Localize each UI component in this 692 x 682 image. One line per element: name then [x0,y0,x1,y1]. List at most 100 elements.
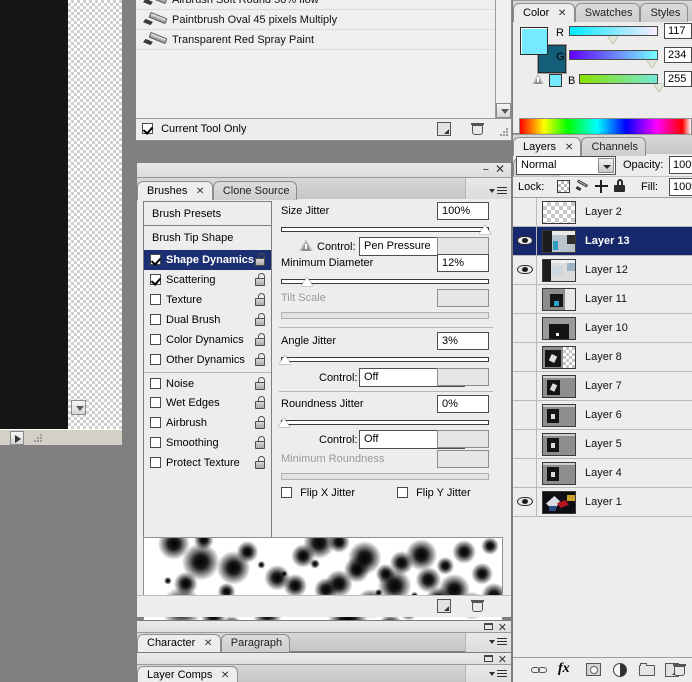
trash-icon[interactable] [471,599,484,613]
layer-thumbnail[interactable] [542,201,576,224]
close-icon[interactable]: ✕ [565,138,574,157]
layer-mask-icon[interactable] [586,663,601,676]
minimum-diameter-slider[interactable] [281,277,489,286]
resize-grip[interactable] [499,128,509,138]
fill-value[interactable]: 100% [669,178,692,196]
new-brush-icon[interactable] [437,122,451,136]
option-scattering[interactable]: Scattering [144,270,271,290]
list-item[interactable]: Paintbrush Oval 45 pixels Multiply [136,10,495,30]
checkbox[interactable] [150,417,161,428]
new-brush-icon[interactable] [437,599,451,613]
lock-icon[interactable] [254,353,266,366]
option-smoothing[interactable]: Smoothing [144,433,271,453]
layer-visibility-cell[interactable] [513,372,537,400]
lock-icon[interactable] [254,273,266,286]
eye-icon[interactable] [517,264,533,275]
layer-thumbnail[interactable] [542,491,576,514]
resize-grip[interactable] [33,434,43,444]
layer-thumbnail[interactable] [542,230,576,253]
lock-icon[interactable] [254,253,266,266]
panel-menu-icon[interactable] [488,635,508,649]
checkbox[interactable] [150,354,161,365]
layer-thumbnail[interactable] [542,317,576,340]
option-airbrush[interactable]: Airbrush [144,413,271,433]
flip-y-jitter-checkbox[interactable] [397,487,408,498]
layer-thumbnail[interactable] [542,462,576,485]
layers-list[interactable]: Layer 2 Layer 13 Layer 12 Layer 11 Layer… [513,198,692,657]
close-icon[interactable]: ✕ [221,667,230,682]
link-layers-icon[interactable] [531,666,547,674]
table-row[interactable]: Layer 12 [513,256,692,285]
checkbox[interactable] [150,254,161,265]
list-item[interactable]: Airbrush Soft Round 50% flow [136,0,495,10]
option-other-dynamics[interactable]: Other Dynamics [144,350,271,370]
layer-thumbnail[interactable] [542,346,576,369]
chevron-down-icon[interactable] [598,158,614,173]
layer-visibility-cell[interactable] [513,227,537,255]
tab-paragraph[interactable]: Paragraph [220,634,291,652]
option-noise[interactable]: Noise [144,372,271,393]
minimize-icon[interactable] [484,655,493,662]
layer-thumbnail[interactable] [542,404,576,427]
lock-icon[interactable] [254,416,266,429]
table-row[interactable]: Layer 13 [513,227,692,256]
current-tool-only-checkbox-wrap[interactable]: Current Tool Only [142,123,246,135]
layer-visibility-cell[interactable] [513,314,537,342]
scroll-down-button[interactable] [496,103,511,118]
layer-thumbnail[interactable] [542,375,576,398]
green-channel-slider[interactable] [569,50,658,68]
minimize-icon[interactable]: − [483,164,489,176]
current-tool-only-checkbox[interactable] [142,123,153,134]
layer-visibility-cell[interactable] [513,198,537,226]
layer-visibility-cell[interactable] [513,343,537,371]
layer-visibility-cell[interactable] [513,401,537,429]
option-color-dynamics[interactable]: Color Dynamics [144,330,271,350]
checkbox[interactable] [150,294,161,305]
option-protect-texture[interactable]: Protect Texture [144,453,271,473]
checkbox[interactable] [150,457,161,468]
lock-icon[interactable] [254,436,266,449]
size-jitter-slider[interactable] [281,225,491,234]
document-vertical-scrollbar[interactable] [68,400,92,429]
brush-presets-scrollbar[interactable] [495,0,511,118]
checkbox[interactable] [150,397,161,408]
option-wet-edges[interactable]: Wet Edges [144,393,271,413]
brush-presets-option[interactable]: Brush Presets [144,202,271,226]
panel-menu-icon[interactable] [488,184,508,198]
roundness-jitter-slider[interactable] [278,418,489,427]
lock-icon[interactable] [254,313,266,326]
table-row[interactable]: Layer 2 [513,198,692,227]
document-play-button[interactable] [10,431,24,445]
lock-icon[interactable] [254,293,266,306]
close-icon[interactable]: ✕ [558,4,567,23]
tab-brushes[interactable]: Brushes ✕ [137,181,213,200]
checkbox[interactable] [150,378,161,389]
minimize-icon[interactable] [484,623,493,630]
minimum-diameter-value[interactable]: 12% [437,254,489,272]
red-channel-slider[interactable] [569,26,658,44]
option-shape-dynamics[interactable]: Shape Dynamics [144,250,271,270]
table-row[interactable]: Layer 6 [513,401,692,430]
gamut-substitute-swatch[interactable] [549,74,562,87]
lock-icon[interactable] [254,396,266,409]
table-row[interactable]: Layer 7 [513,372,692,401]
opacity-value[interactable]: 100% [669,156,692,174]
flip-x-jitter-wrap[interactable]: Flip X Jitter [281,487,355,499]
tab-clone-source[interactable]: Clone Source [212,181,298,200]
blue-channel-value[interactable]: 255 [664,71,692,87]
delete-layer-icon[interactable] [673,663,686,677]
blue-channel-slider[interactable] [579,74,664,92]
flip-x-jitter-checkbox[interactable] [281,487,292,498]
layer-visibility-cell[interactable] [513,430,537,458]
adjustment-layer-icon[interactable] [613,663,627,677]
foreground-color-swatch[interactable] [520,27,548,55]
roundness-jitter-value[interactable]: 0% [437,395,489,413]
tab-layers[interactable]: Layers ✕ [513,137,582,157]
option-texture[interactable]: Texture [144,290,271,310]
lock-position-icon[interactable] [595,180,608,193]
layer-visibility-cell[interactable] [513,488,537,516]
lock-icon[interactable] [254,333,266,346]
layer-style-icon[interactable]: fx [558,661,570,677]
angle-jitter-value[interactable]: 3% [437,332,489,350]
layer-visibility-cell[interactable] [513,285,537,313]
